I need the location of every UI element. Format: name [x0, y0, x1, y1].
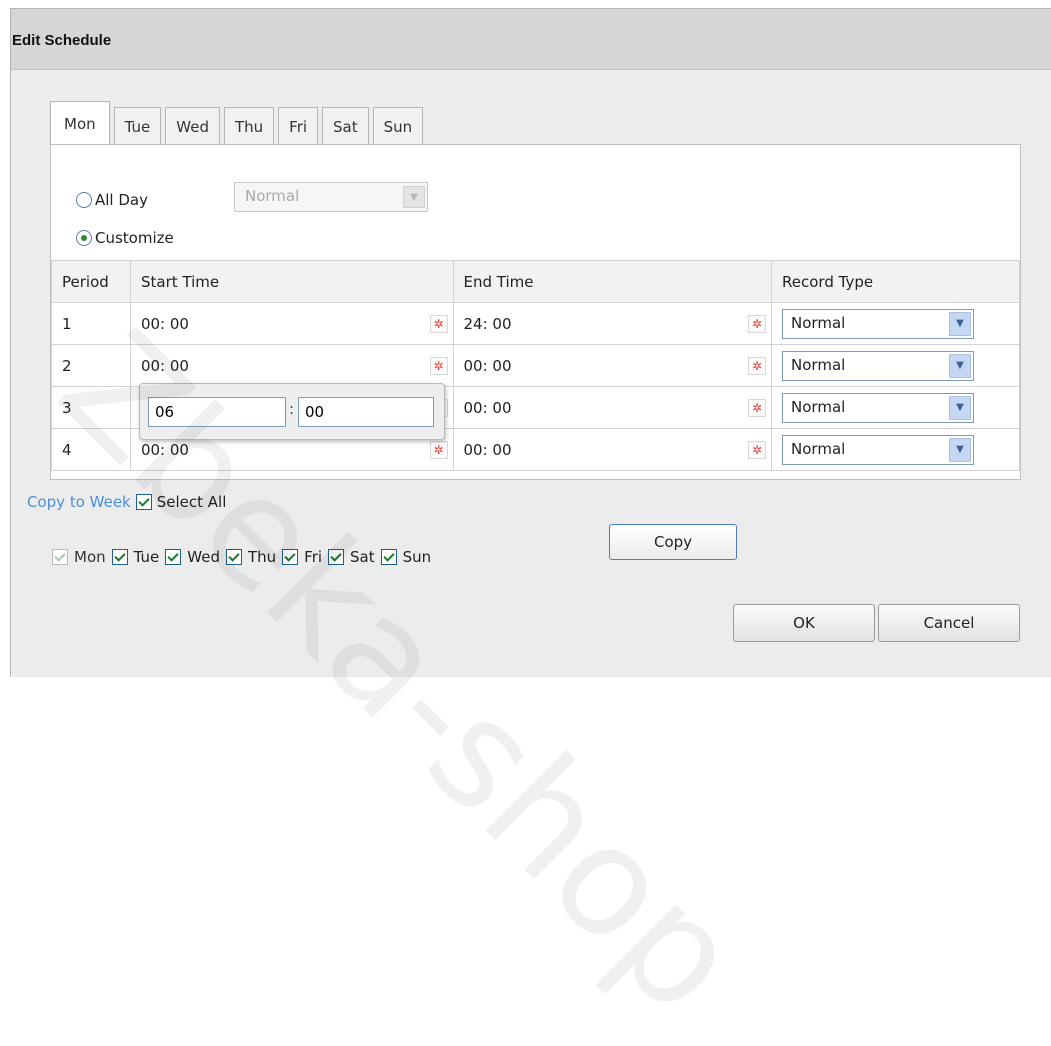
record-type-value: Normal	[791, 355, 846, 374]
start-time-value: 00: 00	[140, 440, 189, 459]
record-type-value: Normal	[791, 397, 846, 416]
period-cell: 2	[51, 344, 131, 387]
clock-icon[interactable]: ✲	[748, 357, 767, 375]
record-type-cell: Normal ▼	[771, 428, 1020, 471]
hour-input[interactable]	[148, 397, 286, 427]
end-time-cell[interactable]: 00: 00 ✲	[452, 428, 773, 471]
clock-icon[interactable]: ✲	[429, 315, 448, 333]
clock-icon[interactable]: ✲	[748, 399, 767, 417]
record-type-select[interactable]: Normal ▼	[782, 392, 975, 423]
wed-checkbox[interactable]	[165, 549, 182, 565]
all-day-type-select: Normal ▼	[234, 182, 428, 212]
header-record-type: Record Type	[771, 260, 1020, 303]
chevron-down-icon[interactable]: ▼	[949, 395, 972, 420]
chevron-down-icon[interactable]: ▼	[949, 437, 972, 462]
customize-label: Customize	[95, 229, 174, 247]
day-label: Sat	[350, 548, 375, 566]
record-type-value: Normal	[791, 439, 846, 458]
end-time-value: 00: 00	[463, 440, 512, 459]
time-picker-popup: :	[139, 383, 445, 440]
day-label: Mon	[74, 548, 106, 566]
copy-day-wed[interactable]: Wed	[165, 548, 220, 566]
copy-days-row: Mon Tue Wed Thu Fri Sat Sun	[52, 548, 437, 566]
select-all-label: Select All	[156, 493, 227, 511]
edit-schedule-dialog: Edit Schedule Mon Tue Wed Thu Fri Sat Su…	[10, 8, 1051, 677]
tab-fri[interactable]: Fri	[278, 107, 319, 145]
clock-icon[interactable]: ✲	[748, 441, 767, 459]
day-label: Thu	[247, 548, 277, 566]
end-time-value: 24: 00	[463, 314, 512, 333]
fri-checkbox[interactable]	[282, 549, 299, 565]
tab-tue[interactable]: Tue	[113, 107, 162, 145]
record-type-select[interactable]: Normal ▼	[782, 434, 975, 465]
sun-checkbox[interactable]	[380, 549, 397, 565]
mon-checkbox	[52, 549, 68, 565]
tab-sun[interactable]: Sun	[372, 107, 424, 145]
ok-button[interactable]: OK	[733, 604, 875, 642]
copy-day-fri[interactable]: Fri	[282, 548, 322, 566]
dialog-title: Edit Schedule	[11, 9, 1051, 70]
header-end-time: End Time	[452, 260, 773, 303]
cancel-button[interactable]: Cancel	[878, 604, 1020, 642]
tab-mon[interactable]: Mon	[50, 101, 110, 146]
start-time-value: 00: 00	[140, 356, 189, 375]
start-time-cell[interactable]: 00: 00 ✲	[129, 302, 454, 345]
end-time-value: 00: 00	[463, 398, 512, 417]
day-label: Wed	[187, 548, 220, 566]
record-type-select[interactable]: Normal ▼	[782, 308, 975, 339]
day-tabs: Mon Tue Wed Thu Fri Sat Sun	[50, 101, 427, 146]
all-day-type-value: Normal	[245, 187, 300, 205]
tue-checkbox[interactable]	[111, 549, 128, 565]
end-time-cell[interactable]: 24: 00 ✲	[452, 302, 773, 345]
period-cell: 4	[51, 428, 131, 471]
copy-day-mon: Mon	[52, 548, 106, 566]
all-day-radio[interactable]	[76, 192, 92, 208]
copy-day-sun[interactable]: Sun	[380, 548, 432, 566]
record-type-cell: Normal ▼	[771, 302, 1020, 345]
tab-sat[interactable]: Sat	[322, 107, 369, 145]
customize-option[interactable]: Customize	[76, 229, 174, 247]
record-type-value: Normal	[791, 313, 846, 332]
end-time-value: 00: 00	[463, 356, 512, 375]
chevron-down-icon[interactable]: ▼	[949, 311, 972, 336]
clock-icon[interactable]: ✲	[748, 315, 767, 333]
sat-checkbox[interactable]	[328, 549, 345, 565]
select-all-checkbox[interactable]	[135, 494, 152, 510]
start-time-cell[interactable]: 00: 00 ✲	[129, 344, 454, 387]
table-header-row: Period Start Time End Time Record Type	[51, 260, 1020, 303]
clock-icon[interactable]: ✲	[429, 357, 448, 375]
period-cell: 3	[51, 386, 131, 429]
day-label: Fri	[304, 548, 323, 566]
table-row: 1 00: 00 ✲ 24: 00 ✲ Normal ▼	[51, 302, 1020, 345]
day-label: Tue	[133, 548, 160, 566]
copy-to-week-link[interactable]: Copy to Week	[27, 493, 131, 511]
clock-icon[interactable]: ✲	[429, 441, 448, 459]
record-type-select[interactable]: Normal ▼	[782, 350, 975, 381]
record-type-cell: Normal ▼	[771, 386, 1020, 429]
table-row: 2 00: 00 ✲ 00: 00 ✲ Normal ▼	[51, 344, 1020, 387]
tab-thu[interactable]: Thu	[223, 107, 275, 145]
header-start-time: Start Time	[129, 260, 454, 303]
day-label: Sun	[402, 548, 432, 566]
chevron-down-icon[interactable]: ▼	[949, 353, 972, 378]
copy-button[interactable]: Copy	[609, 524, 737, 560]
period-cell: 1	[51, 302, 131, 345]
record-type-cell: Normal ▼	[771, 344, 1020, 387]
copy-to-week-row: Copy to Week Select All	[27, 493, 226, 511]
chevron-down-icon: ▼	[403, 186, 425, 208]
all-day-label: All Day	[95, 191, 148, 209]
header-period: Period	[51, 260, 131, 303]
time-separator: :	[289, 400, 295, 418]
copy-day-tue[interactable]: Tue	[111, 548, 160, 566]
minute-input[interactable]	[298, 397, 434, 427]
end-time-cell[interactable]: 00: 00 ✲	[452, 386, 773, 429]
start-time-value: 00: 00	[140, 314, 189, 333]
customize-radio[interactable]	[76, 230, 92, 246]
all-day-option[interactable]: All Day	[76, 191, 148, 209]
end-time-cell[interactable]: 00: 00 ✲	[452, 344, 773, 387]
tab-wed[interactable]: Wed	[165, 107, 220, 145]
copy-day-sat[interactable]: Sat	[328, 548, 375, 566]
thu-checkbox[interactable]	[225, 549, 242, 565]
copy-day-thu[interactable]: Thu	[225, 548, 277, 566]
